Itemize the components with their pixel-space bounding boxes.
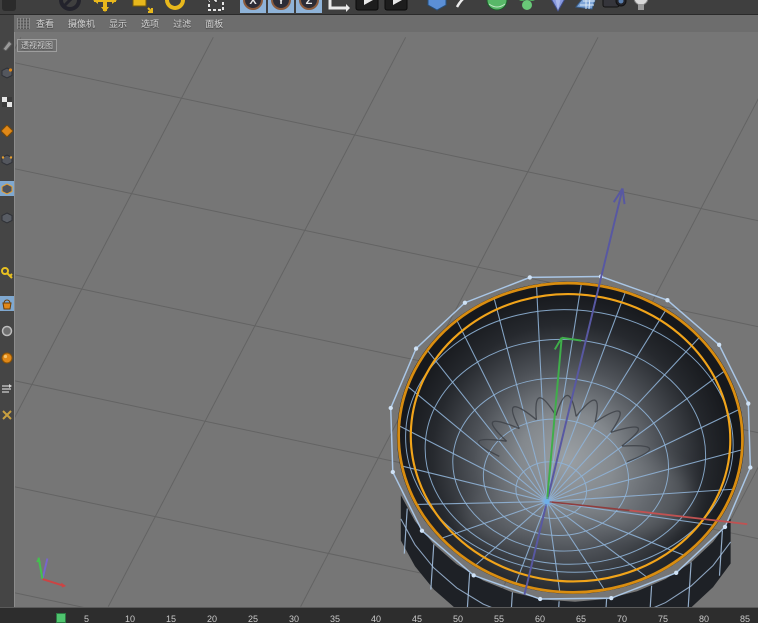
render-icon: [354, 0, 380, 13]
mode-polygons-button[interactable]: [0, 210, 14, 225]
world-axis-gizmo: [36, 558, 66, 588]
lock-z-button[interactable]: Z: [296, 0, 322, 13]
ltpoly-icon: [1, 212, 13, 224]
viewport[interactable]: 透视视图: [14, 32, 758, 607]
subdivision-button[interactable]: [484, 0, 510, 13]
ltball-icon: [1, 352, 13, 364]
ltbucket-icon: [1, 298, 13, 310]
viewport-canvas[interactable]: [15, 32, 758, 607]
light-object-button[interactable]: [628, 0, 654, 13]
svg-text:X: X: [249, 0, 257, 7]
ltedges-icon: [1, 183, 13, 195]
tool-snap-a-button[interactable]: [0, 381, 14, 396]
render-picture-button[interactable]: [383, 0, 409, 13]
mode-toolbar: [0, 15, 14, 607]
selection-tool-button[interactable]: [200, 0, 226, 13]
svg-text:Z: Z: [306, 0, 313, 7]
tool-key-button[interactable]: [0, 265, 14, 280]
app-window: { "app": {"name": "Cinema 4D", "view": "…: [0, 0, 758, 622]
mode-pen-button[interactable]: [0, 37, 14, 52]
menu-item-5[interactable]: 面板: [205, 17, 223, 30]
ltkey-icon: [1, 267, 13, 279]
subdiv-icon: [484, 0, 510, 13]
viewport-menus: 查看 摄像机 显示 选项 过滤 面板: [36, 17, 237, 30]
partial-tool-button[interactable]: [0, 0, 26, 13]
render-view-button[interactable]: [354, 0, 380, 13]
blob-icon: [0, 0, 26, 13]
axis-y-icon: Y: [268, 0, 294, 13]
ltdiamond-icon: [1, 125, 13, 137]
grip-dots-icon[interactable]: [17, 18, 30, 29]
deformer-button[interactable]: [545, 0, 571, 13]
tool-snap-b-button[interactable]: [0, 407, 14, 422]
mode-texture-button[interactable]: [0, 94, 14, 109]
ltpoints-icon: [1, 154, 13, 166]
menu-item-3[interactable]: 选项: [141, 17, 159, 30]
mode-points-button[interactable]: [0, 152, 14, 167]
move-tool-button[interactable]: [92, 0, 118, 13]
crystal-icon: [545, 0, 571, 13]
light-icon: [628, 0, 654, 13]
rotate-icon: [162, 0, 188, 13]
cube-icon: [424, 0, 450, 13]
viewport-menu-bar: 查看 摄像机 显示 选项 过滤 面板: [14, 15, 758, 33]
ltmodel-icon: [1, 67, 13, 79]
render-icon: [383, 0, 409, 13]
tool-paint-button[interactable]: [0, 296, 14, 311]
ltpen-icon: [1, 39, 13, 51]
move-icon: [92, 0, 118, 13]
ltcheck-icon: [1, 96, 13, 108]
ring-icon: [57, 0, 83, 13]
menu-item-0[interactable]: 查看: [36, 17, 54, 30]
menu-item-2[interactable]: 显示: [109, 17, 127, 30]
lock-x-button[interactable]: X: [240, 0, 266, 13]
coords-icon: [325, 0, 351, 13]
menu-item-1[interactable]: 摄像机: [68, 17, 95, 30]
spline-pen-button[interactable]: [453, 0, 479, 13]
scale-tool-button[interactable]: [127, 0, 153, 13]
top-toolbar: X Y Z: [0, 0, 758, 15]
ltsnap-icon: [1, 383, 13, 395]
undo-button[interactable]: [57, 0, 83, 13]
ltring-icon: [1, 325, 13, 337]
menu-item-4[interactable]: 过滤: [173, 17, 191, 30]
scale-icon: [127, 0, 153, 13]
add-cube-button[interactable]: [424, 0, 450, 13]
timeline[interactable]: 51015202530354045505560657075808590: [0, 607, 758, 623]
rotate-tool-button[interactable]: [162, 0, 188, 13]
camera-object-button[interactable]: [601, 0, 627, 13]
mode-model-button[interactable]: [0, 65, 14, 80]
viewport-label: 透视视图: [17, 39, 57, 52]
lock-y-button[interactable]: Y: [268, 0, 294, 13]
svg-text:Y: Y: [277, 0, 285, 7]
tool-sphere-button[interactable]: [0, 350, 14, 365]
array-modifier-button[interactable]: [514, 0, 540, 13]
floor-object-button[interactable]: [574, 0, 600, 13]
select-icon: [200, 0, 226, 13]
floor-icon: [574, 0, 600, 13]
array-icon: [514, 0, 540, 13]
coord-system-button[interactable]: [325, 0, 351, 13]
mode-edges-button[interactable]: [0, 181, 14, 196]
ltsnap2-icon: [1, 409, 13, 421]
pen-icon: [453, 0, 479, 13]
tool-axis-button[interactable]: [0, 323, 14, 338]
axis-x-icon: X: [240, 0, 266, 13]
camera-icon: [601, 0, 627, 13]
mode-workplane-button[interactable]: [0, 123, 14, 138]
axis-z-icon: Z: [296, 0, 322, 13]
